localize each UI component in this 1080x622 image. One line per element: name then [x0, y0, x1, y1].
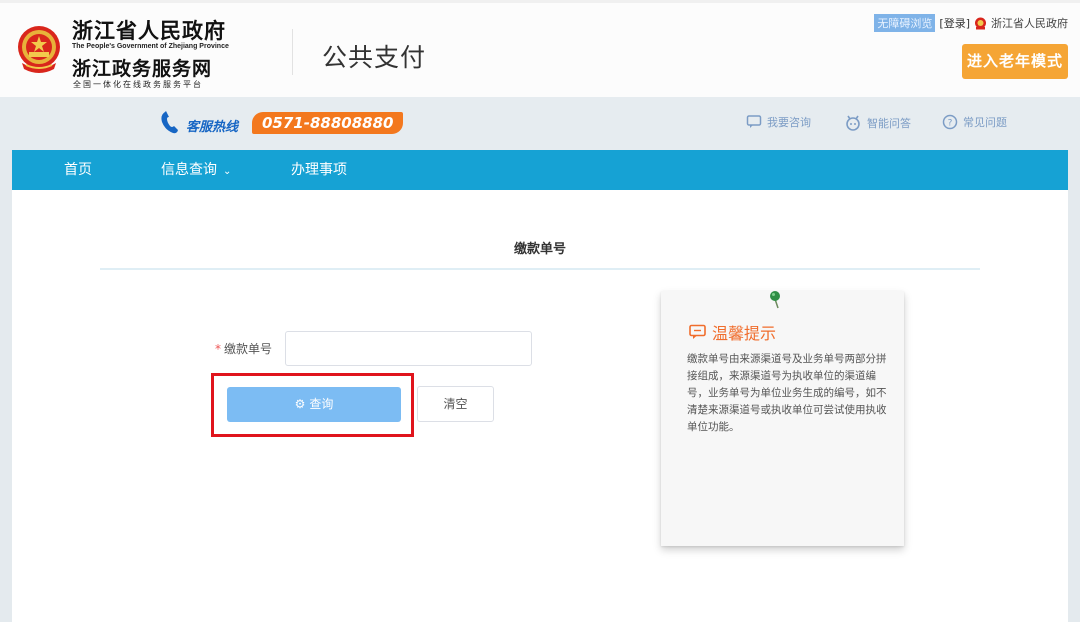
page-title: 公共支付 — [322, 43, 427, 72]
clear-button[interactable]: 清空 — [417, 386, 494, 422]
pushpin-icon — [770, 291, 780, 309]
tip-title: 温馨提示 — [689, 320, 776, 344]
smart-qa-link[interactable]: 智能问答 — [844, 114, 911, 132]
hotline-number: 0571-88808880 — [252, 112, 404, 134]
content-panel: 缴款单号 * 缴款单号 ⚙ 查询 清空 温馨提示 缴款单号由来源渠道号及业务单号两部… — [12, 190, 1068, 622]
smart-qa-label: 智能问答 — [867, 117, 911, 130]
login-link[interactable]: [登录] — [939, 15, 970, 31]
phone-icon — [161, 111, 178, 134]
gov-title: 浙江省人民政府 — [72, 18, 226, 43]
site-header: 浙江省人民政府 The People's Government of Zheji… — [0, 0, 1080, 97]
nav-item-info-query-label: 信息查询 — [161, 162, 217, 178]
tip-note: 温馨提示 缴款单号由来源渠道号及业务单号两部分拼接组成，来源渠道号为执收单位的渠… — [661, 291, 904, 546]
robot-icon — [846, 115, 860, 131]
section-divider — [100, 268, 980, 270]
nav-item-home[interactable]: 首页 — [64, 150, 92, 190]
tip-body: 缴款单号由来源渠道号及业务单号两部分拼接组成，来源渠道号为执收单位的渠道编号，业… — [687, 353, 887, 433]
faq-link[interactable]: ? 常见问题 — [942, 114, 1007, 130]
tip-title-text: 温馨提示 — [712, 324, 777, 343]
national-emblem-icon — [18, 26, 60, 73]
service-title: 浙江政务服务网 — [72, 58, 213, 80]
elder-mode-button[interactable]: 进入老年模式 — [962, 44, 1068, 79]
accessibility-link[interactable]: 无障碍浏览 — [874, 14, 936, 32]
faq-label: 常见问题 — [963, 116, 1007, 129]
service-subtitle: 全国一体化在线政务服务平台 — [73, 80, 203, 89]
chat-icon — [746, 115, 762, 128]
gov-link[interactable]: 浙江省人民政府 — [991, 15, 1068, 31]
payment-number-input[interactable] — [285, 331, 532, 366]
top-links: 无障碍浏览 [登录] 浙江省人民政府 — [874, 14, 1068, 32]
header-divider — [292, 29, 293, 75]
hotline-label: 客服热线 — [186, 120, 239, 135]
question-icon: ? — [942, 114, 958, 130]
required-mark: * — [215, 342, 221, 356]
message-icon — [689, 324, 706, 339]
svg-text:?: ? — [948, 119, 953, 129]
highlight-annotation — [211, 373, 414, 437]
section-title: 缴款单号 — [513, 242, 566, 257]
gov-english-title: The People's Government of Zhejiang Prov… — [72, 43, 229, 50]
main-nav: 首页 信息查询 ⌄ 办理事项 — [12, 150, 1068, 190]
payment-number-label-text: 缴款单号 — [224, 342, 273, 356]
consult-label: 我要咨询 — [767, 116, 811, 129]
consult-link[interactable]: 我要咨询 — [746, 114, 811, 130]
gov-emblem-icon — [975, 17, 986, 29]
nav-item-handle-matters[interactable]: 办理事项 — [291, 150, 347, 190]
nav-item-info-query[interactable]: 信息查询 ⌄ — [161, 150, 231, 190]
chevron-down-icon: ⌄ — [223, 166, 232, 177]
payment-number-label: * 缴款单号 — [215, 340, 272, 357]
hotline-bar: 客服热线 0571-88808880 我要咨询 智能问答 ? 常见问题 — [0, 97, 1080, 150]
